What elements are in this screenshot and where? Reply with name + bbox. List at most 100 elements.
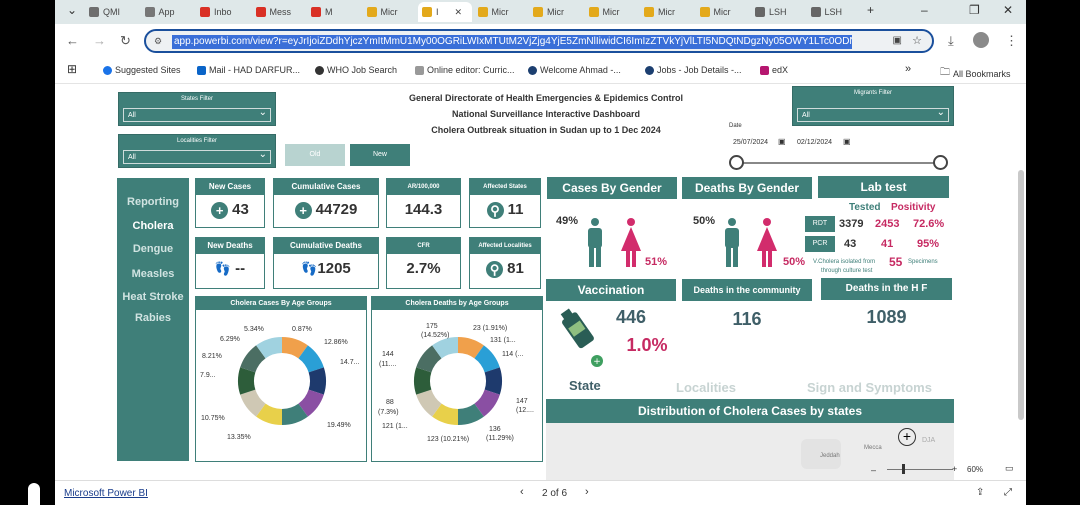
- tab-search-icon[interactable]: ⌄: [67, 3, 77, 17]
- reload-button[interactable]: ↻: [120, 33, 131, 49]
- close-window-button[interactable]: ✕: [1003, 3, 1013, 17]
- browser-tab[interactable]: Micr: [585, 2, 639, 22]
- url-text[interactable]: app.powerbi.com/view?r=eyJrIjoiZDdhYjczY…: [172, 35, 852, 49]
- nav-item-cholera[interactable]: Cholera: [117, 220, 189, 232]
- browser-tab[interactable]: Micr: [529, 2, 583, 22]
- browser-tab[interactable]: App: [141, 2, 195, 22]
- site-info-icon[interactable]: ⚙: [154, 36, 162, 47]
- donut-segment[interactable]: [281, 337, 308, 359]
- maximize-button[interactable]: ❐: [969, 3, 980, 17]
- localities-filter[interactable]: Localities Filter All: [118, 134, 276, 168]
- browser-tab[interactable]: M: [307, 2, 361, 22]
- states-filter[interactable]: States Filter All: [118, 92, 276, 126]
- browser-tab[interactable]: LSH: [751, 2, 805, 22]
- menu-kebab-icon[interactable]: ⋮: [1005, 33, 1018, 49]
- donut-segment[interactable]: [457, 403, 484, 425]
- address-bar[interactable]: ⚙ app.powerbi.com/view?r=eyJrIjoiZDdhYjc…: [144, 29, 934, 53]
- browser-tab[interactable]: QMI: [85, 2, 139, 22]
- more-bookmarks-icon[interactable]: »: [905, 63, 911, 75]
- date-to[interactable]: 02/12/2024: [797, 139, 832, 146]
- browser-tab[interactable]: I ✕: [418, 2, 472, 22]
- bookmark-suggested[interactable]: Suggested Sites: [103, 65, 181, 75]
- donut-segment[interactable]: [238, 367, 256, 395]
- bookmark-welcome[interactable]: Welcome Ahmad -...: [528, 65, 621, 75]
- donut-segment[interactable]: [298, 345, 324, 373]
- browser-tab[interactable]: Micr: [696, 2, 750, 22]
- deaths-by-age-donut[interactable]: [408, 331, 508, 431]
- apps-grid-icon[interactable]: ⊞: [67, 62, 77, 76]
- donut-segment[interactable]: [474, 345, 500, 373]
- bookmark-jobs[interactable]: Jobs - Job Details -...: [645, 65, 742, 75]
- bookmark-editor[interactable]: Online editor: Curric...: [415, 65, 515, 75]
- zoom-in-button[interactable]: +: [952, 464, 957, 474]
- donut-segment[interactable]: [256, 337, 283, 359]
- donut-segment[interactable]: [256, 403, 283, 425]
- share-icon[interactable]: ⇪: [976, 487, 984, 498]
- donut-segment[interactable]: [416, 389, 442, 417]
- localities-filter-select[interactable]: All: [123, 148, 271, 164]
- zoom-out-button[interactable]: –: [871, 465, 876, 475]
- nav-item-dengue[interactable]: Dengue: [117, 243, 189, 255]
- back-button[interactable]: ←: [66, 33, 79, 48]
- profile-avatar[interactable]: [973, 32, 989, 48]
- browser-tab[interactable]: Micr: [640, 2, 694, 22]
- nav-item-measles[interactable]: Measles: [117, 268, 189, 280]
- fullscreen-icon[interactable]: ⤢: [1004, 487, 1012, 498]
- browser-tab[interactable]: Inbo: [196, 2, 250, 22]
- donut-segment[interactable]: [484, 367, 502, 395]
- zoom-slider[interactable]: [887, 469, 953, 470]
- date-slider-track[interactable]: [737, 162, 937, 164]
- bookmark-edx[interactable]: edX: [760, 65, 788, 75]
- browser-tab[interactable]: Micr: [363, 2, 417, 22]
- migrants-filter-select[interactable]: All: [797, 106, 949, 122]
- donut-segment[interactable]: [432, 403, 459, 425]
- fit-page-icon[interactable]: ▭: [1005, 463, 1014, 474]
- close-tab-icon[interactable]: ✕: [455, 7, 463, 18]
- donut-segment[interactable]: [457, 337, 484, 359]
- date-from[interactable]: 25/07/2024: [733, 139, 768, 146]
- cases-by-age-donut[interactable]: [232, 331, 332, 431]
- donut-segment[interactable]: [240, 345, 266, 373]
- nav-item-heat-stroke[interactable]: Heat Stroke: [117, 291, 189, 303]
- browser-tab[interactable]: LSH: [807, 2, 861, 22]
- next-page-button[interactable]: ›: [585, 486, 589, 498]
- browser-tab[interactable]: Micr: [474, 2, 528, 22]
- nav-item-reporting[interactable]: Reporting: [117, 196, 189, 208]
- install-app-icon[interactable]: ▣: [893, 35, 902, 46]
- new-tab-button[interactable]: +: [867, 3, 874, 17]
- powerbi-brand-link[interactable]: Microsoft Power BI: [64, 488, 148, 499]
- donut-segment[interactable]: [474, 389, 500, 417]
- bookmark-who[interactable]: WHO Job Search: [315, 65, 397, 75]
- all-bookmarks[interactable]: 🗀 All Bookmarks: [940, 65, 1011, 82]
- donut-segment[interactable]: [298, 389, 324, 417]
- donut-segment[interactable]: [416, 345, 442, 373]
- bookmark-mail[interactable]: Mail - HAD DARFUR...: [197, 65, 300, 75]
- donut-segment[interactable]: [240, 389, 266, 417]
- new-button[interactable]: New: [350, 144, 410, 166]
- old-button[interactable]: Old: [285, 144, 345, 166]
- vertical-scrollbar[interactable]: [1018, 170, 1024, 420]
- browser-tab[interactable]: Mess: [252, 2, 306, 22]
- forward-button[interactable]: →: [93, 33, 106, 48]
- nav-item-rabies[interactable]: Rabies: [117, 312, 189, 324]
- zoom-slider-handle[interactable]: [902, 464, 905, 474]
- tab-localities[interactable]: Localities: [676, 380, 736, 395]
- states-filter-select[interactable]: All: [123, 106, 271, 122]
- calendar-icon[interactable]: ▣: [778, 137, 786, 146]
- donut-segment[interactable]: [414, 367, 432, 395]
- donut-segment[interactable]: [308, 367, 326, 395]
- map-zoom-in-icon[interactable]: +: [898, 428, 916, 446]
- calendar-icon[interactable]: ▣: [843, 137, 851, 146]
- migrants-filter[interactable]: Migrants Filter All: [792, 86, 954, 126]
- tab-sign-symptoms[interactable]: Sign and Symptoms: [807, 380, 932, 395]
- date-slider-end-handle[interactable]: [933, 155, 948, 170]
- date-slider-start-handle[interactable]: [729, 155, 744, 170]
- donut-segment[interactable]: [281, 403, 308, 425]
- tab-state[interactable]: State: [569, 378, 601, 393]
- donut-segment[interactable]: [432, 337, 459, 359]
- download-icon[interactable]: ⤓: [948, 33, 954, 49]
- minimize-button[interactable]: –: [921, 3, 928, 17]
- bookmark-star-icon[interactable]: ☆: [912, 34, 922, 47]
- states-map[interactable]: Mecca Jeddah DJA +: [546, 423, 954, 480]
- prev-page-button[interactable]: ‹: [520, 486, 524, 498]
